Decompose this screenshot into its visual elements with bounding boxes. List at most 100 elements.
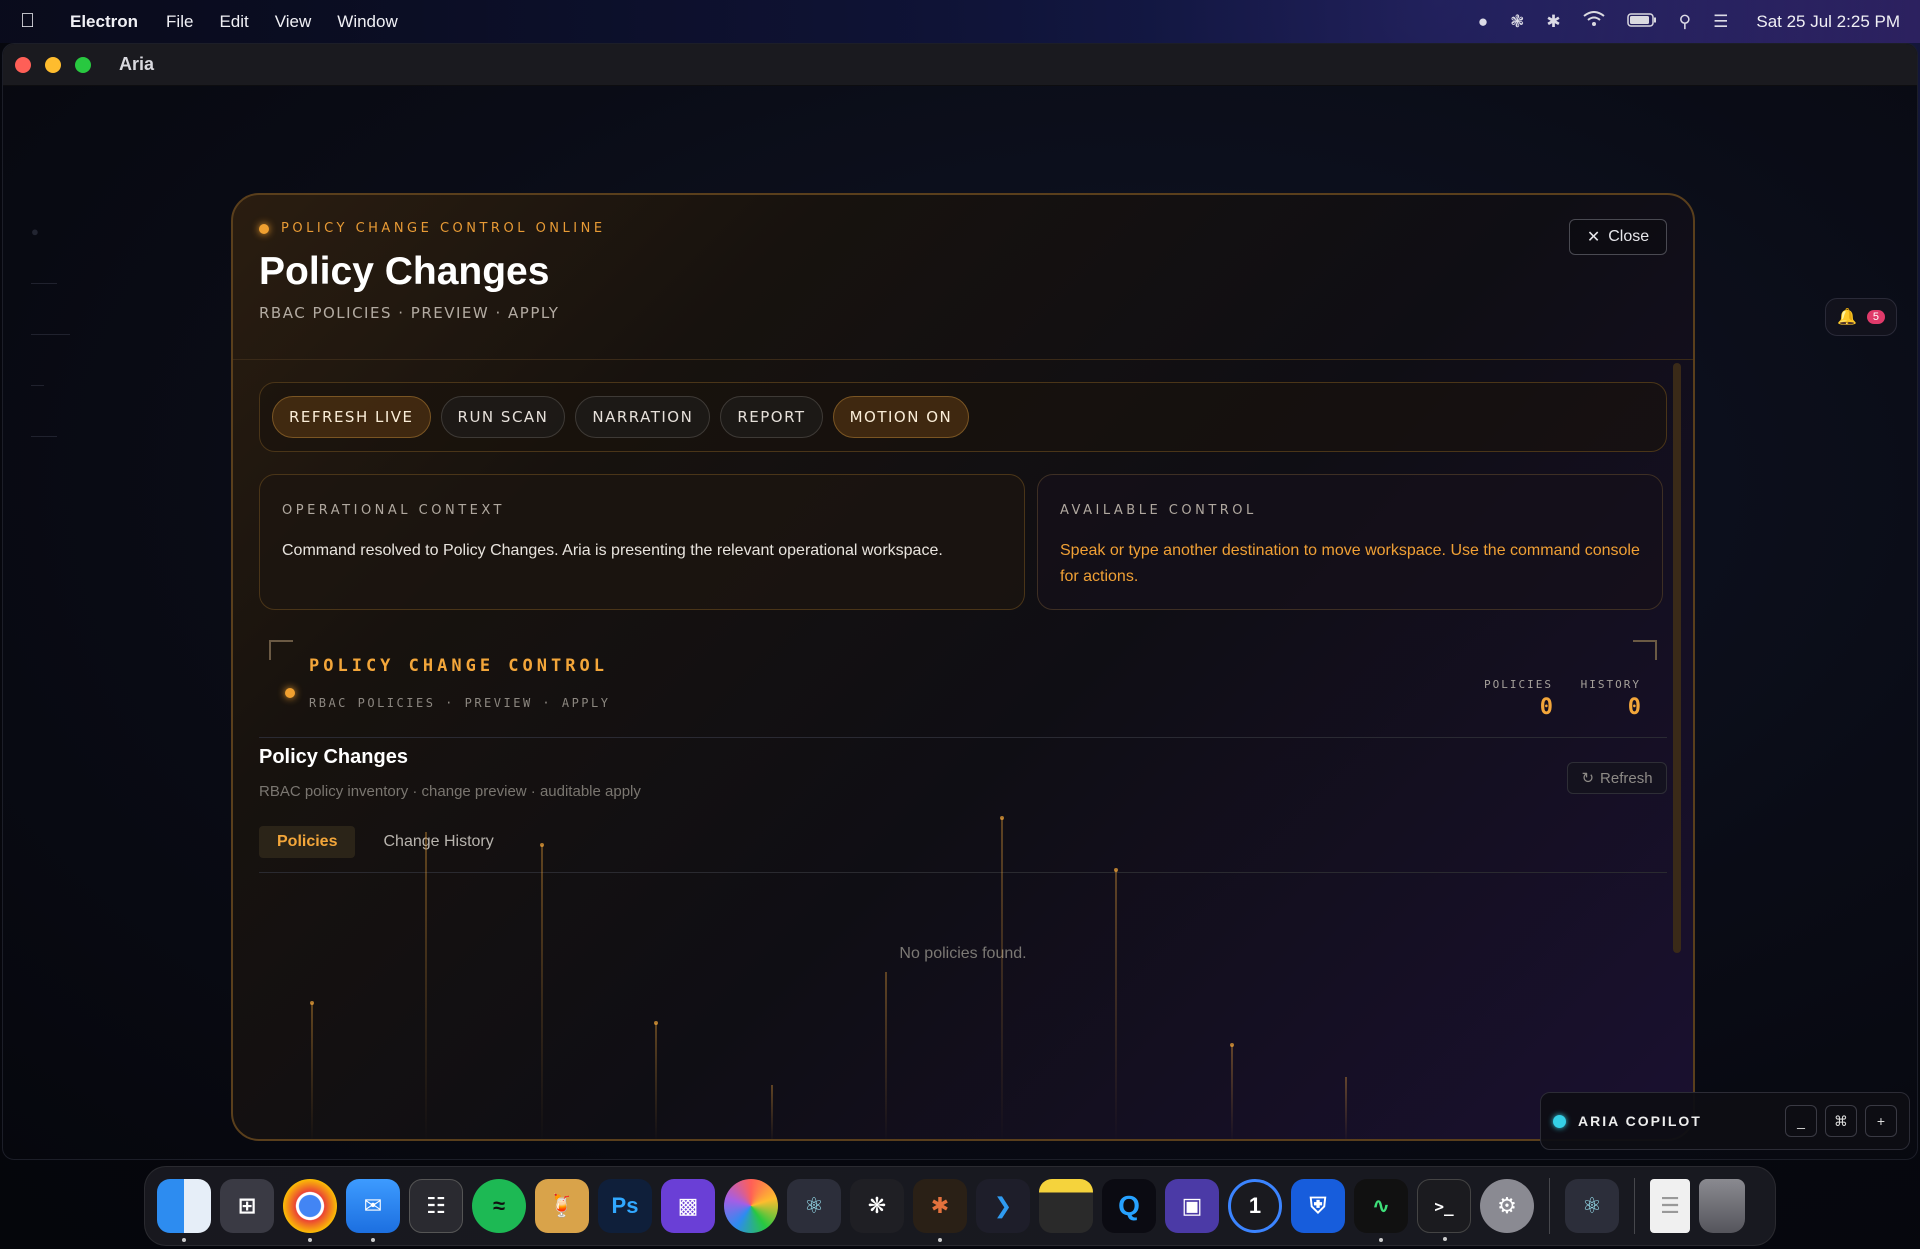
- onepassword-icon[interactable]: 1: [1228, 1179, 1282, 1233]
- decor-dot: [1000, 816, 1004, 820]
- electron-icon[interactable]: ⚛: [787, 1179, 841, 1233]
- modal-header: POLICY CHANGE CONTROL ONLINE Policy Chan…: [233, 195, 1693, 360]
- photoshop-icon[interactable]: Ps: [598, 1179, 652, 1233]
- modal-subtitle: RBAC POLICIES · PREVIEW · APPLY: [259, 304, 560, 322]
- sparkle-icon[interactable]: ❃: [1510, 12, 1524, 32]
- motion-toggle-button[interactable]: MOTION ON: [832, 396, 970, 438]
- claude-icon[interactable]: ✱: [913, 1179, 967, 1242]
- zoom-window-button[interactable]: [75, 56, 91, 73]
- decor-line: [541, 845, 543, 1139]
- dock: ⊞ ✉ ☷ ≈ 🍹 Ps ▩ ⚛ ❋ ✱ ❯ Q ▣ 1 ⛨ ∿ >_ ⚙ ⚛ …: [144, 1166, 1776, 1246]
- card-text: Speak or type another destination to mov…: [1060, 542, 1640, 585]
- close-window-button[interactable]: [15, 56, 31, 73]
- copilot-status-dot: [1553, 1114, 1566, 1128]
- menu-view[interactable]: View: [275, 12, 312, 32]
- battery-icon[interactable]: [1626, 12, 1657, 32]
- proton-icon[interactable]: ▣: [1165, 1179, 1219, 1233]
- app-window: Aria ● ―― ――― ― ―― 🔔 5 POLICY CHANGE CON…: [2, 43, 1918, 1160]
- close-icon: ✕: [1586, 229, 1601, 246]
- vscode-icon[interactable]: ❯: [976, 1179, 1030, 1233]
- tab-policies[interactable]: Policies: [259, 826, 356, 858]
- dock-separator: [1634, 1178, 1635, 1234]
- tab-change-history[interactable]: Change History: [365, 826, 511, 858]
- background-sidebar: ● ―― ――― ― ――: [31, 224, 231, 824]
- bluetooth-icon[interactable]: ✱: [1546, 12, 1560, 32]
- cocktail-icon[interactable]: 🍹: [535, 1179, 589, 1233]
- notes-icon[interactable]: [1039, 1179, 1093, 1233]
- report-button[interactable]: REPORT: [720, 396, 823, 438]
- operational-context-card: OPERATIONAL CONTEXT Command resolved to …: [259, 474, 1025, 610]
- copilot-minimize-button[interactable]: _: [1785, 1105, 1817, 1137]
- refresh-button[interactable]: ↻ Refresh: [1567, 762, 1667, 794]
- decor-line: [425, 832, 427, 1139]
- decor-line: [1115, 870, 1117, 1139]
- photos-icon[interactable]: [724, 1179, 778, 1233]
- policies-stat: POLICIES 0: [1484, 678, 1553, 720]
- decor-line: [1345, 1077, 1347, 1139]
- stat-label: POLICIES: [1484, 678, 1553, 691]
- modal-scrollbar[interactable]: [1673, 363, 1681, 953]
- close-button[interactable]: ✕ Close: [1569, 219, 1667, 255]
- notification-count-badge: 5: [1866, 310, 1886, 324]
- decor-dot: [1114, 868, 1118, 872]
- decor-dot: [654, 1021, 658, 1025]
- menu-edit[interactable]: Edit: [219, 12, 248, 32]
- menu-clock[interactable]: Sat 25 Jul 2:25 PM: [1756, 12, 1900, 32]
- claquette-icon[interactable]: ▩: [661, 1179, 715, 1233]
- window-title: Aria: [119, 54, 155, 74]
- menu-window[interactable]: Window: [337, 12, 397, 32]
- control-center-icon[interactable]: ☰: [1713, 12, 1728, 32]
- minimize-window-button[interactable]: [45, 56, 61, 73]
- chrome-icon[interactable]: [283, 1179, 337, 1242]
- mail-icon[interactable]: ✉: [346, 1179, 400, 1242]
- search-icon[interactable]: ⚲: [1679, 12, 1691, 32]
- record-icon[interactable]: ●: [1478, 12, 1488, 32]
- q-icon[interactable]: Q: [1102, 1179, 1156, 1233]
- menu-app-name[interactable]: Electron: [70, 12, 138, 32]
- trash-icon[interactable]: [1699, 1179, 1745, 1233]
- wifi-icon[interactable]: [1583, 11, 1605, 32]
- run-scan-button[interactable]: RUN SCAN: [440, 396, 566, 438]
- dock-separator: [1549, 1178, 1550, 1234]
- section-title: Policy Changes: [259, 746, 408, 768]
- ghost-row: ●: [31, 224, 39, 239]
- launchpad-icon[interactable]: ⊞: [220, 1179, 274, 1233]
- running-indicator: [1443, 1237, 1447, 1241]
- document-icon[interactable]: ☰: [1650, 1179, 1690, 1233]
- decor-dot: [1230, 1043, 1234, 1047]
- settings-icon[interactable]: ⚙: [1480, 1179, 1534, 1233]
- terminal-icon[interactable]: >_: [1417, 1179, 1471, 1241]
- calendar-icon[interactable]: ☷: [409, 1179, 463, 1233]
- electron-running-icon[interactable]: ⚛: [1565, 1179, 1619, 1233]
- bitwarden-icon[interactable]: ⛨: [1291, 1179, 1345, 1233]
- spotify-icon[interactable]: ≈: [472, 1179, 526, 1233]
- copilot-command-button[interactable]: ⌘: [1825, 1105, 1857, 1137]
- narration-button[interactable]: NARRATION: [575, 396, 711, 438]
- info-cards: OPERATIONAL CONTEXT Command resolved to …: [259, 474, 1667, 610]
- chatgpt-icon[interactable]: ❋: [850, 1179, 904, 1233]
- tab-bar: Policies Change History: [259, 826, 1667, 873]
- history-stat: HISTORY 0: [1581, 678, 1641, 720]
- card-label: AVAILABLE CONTROL: [1060, 503, 1257, 518]
- activity-monitor-icon[interactable]: ∿: [1354, 1179, 1408, 1242]
- stat-label: HISTORY: [1580, 678, 1641, 691]
- policy-section: Policy Changes RBAC policy inventory · c…: [259, 746, 1667, 963]
- stat-value: 0: [1627, 695, 1641, 720]
- refresh-live-button[interactable]: REFRESH LIVE: [272, 396, 431, 438]
- notifications-button[interactable]: 🔔 5: [1825, 298, 1897, 336]
- aria-copilot-bar[interactable]: ARIA COPILOT _ ⌘ +: [1540, 1092, 1910, 1150]
- decor-line: [771, 1085, 773, 1139]
- apple-menu-icon[interactable]: : [20, 10, 52, 33]
- policy-changes-modal: POLICY CHANGE CONTROL ONLINE Policy Chan…: [231, 193, 1695, 1141]
- ghost-row: ―――: [31, 326, 70, 341]
- status-area: ● ❃ ✱ ⚲ ☰ Sat 25 Jul 2:25 PM: [1478, 11, 1900, 32]
- ghost-row: ―: [31, 377, 44, 392]
- close-label: Close: [1608, 228, 1650, 245]
- copilot-expand-button[interactable]: +: [1865, 1105, 1897, 1137]
- refresh-icon: ↻: [1581, 770, 1595, 787]
- card-text: Command resolved to Policy Changes. Aria…: [282, 542, 943, 559]
- corner-bracket: [269, 640, 293, 660]
- pcc-subtitle: RBAC POLICIES · PREVIEW · APPLY: [309, 696, 611, 710]
- finder-icon[interactable]: [157, 1179, 211, 1242]
- menu-file[interactable]: File: [166, 12, 193, 32]
